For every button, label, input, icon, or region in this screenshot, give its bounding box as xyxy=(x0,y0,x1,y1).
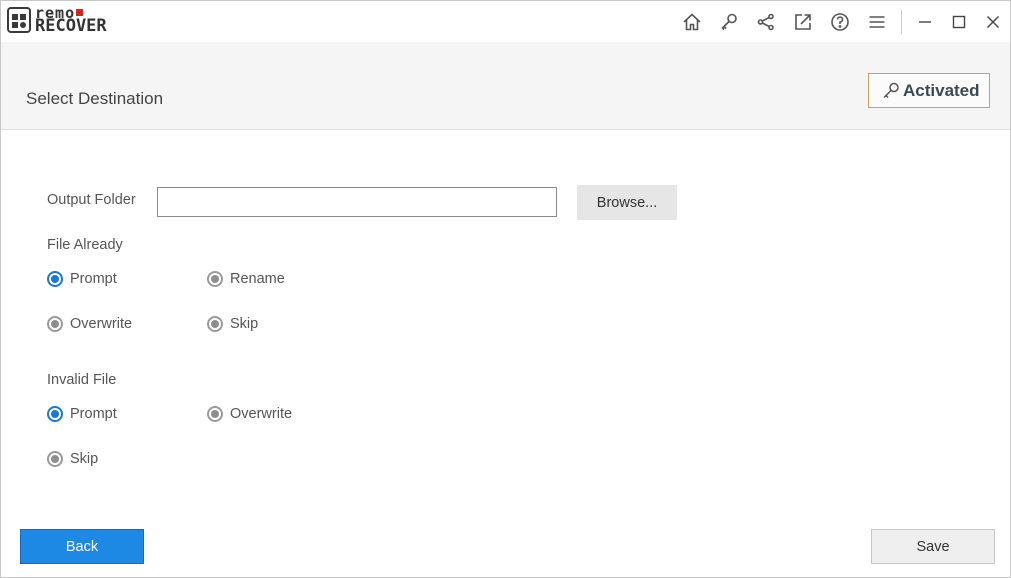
maximize-icon[interactable] xyxy=(942,1,976,42)
radio-indicator xyxy=(207,406,223,422)
radio-indicator xyxy=(47,406,63,422)
invalid-file-label: Invalid File xyxy=(47,372,117,388)
radio-indicator xyxy=(47,316,63,332)
radio-indicator xyxy=(47,451,63,467)
invalid-file-overwrite-radio[interactable]: Overwrite xyxy=(207,406,292,422)
app-logo: remo RECOVER xyxy=(7,6,107,36)
key-icon[interactable] xyxy=(710,1,747,42)
logo-icon xyxy=(7,7,31,33)
radio-label: Prompt xyxy=(70,271,117,287)
share-icon[interactable] xyxy=(747,1,784,42)
home-icon[interactable] xyxy=(673,1,710,42)
radio-label: Rename xyxy=(230,271,285,287)
file-already-skip-radio[interactable]: Skip xyxy=(207,316,258,332)
invalid-file-prompt-radio[interactable]: Prompt xyxy=(47,406,117,422)
activated-badge[interactable]: Activated xyxy=(868,73,990,108)
file-already-rename-radio[interactable]: Rename xyxy=(207,271,285,287)
radio-label: Prompt xyxy=(70,406,117,422)
back-button[interactable]: Back xyxy=(20,529,144,564)
radio-indicator xyxy=(207,271,223,287)
file-already-prompt-radio[interactable]: Prompt xyxy=(47,271,117,287)
invalid-file-skip-radio[interactable]: Skip xyxy=(47,451,98,467)
close-icon[interactable] xyxy=(976,1,1010,42)
toolbar-divider xyxy=(901,9,902,34)
menu-icon[interactable] xyxy=(858,1,895,42)
logo-line2: RECOVER xyxy=(35,16,107,36)
external-link-icon[interactable] xyxy=(784,1,821,42)
save-button[interactable]: Save xyxy=(871,529,995,564)
activated-label: Activated xyxy=(903,80,980,100)
toolbar-icons xyxy=(673,1,1010,42)
radio-indicator xyxy=(47,271,63,287)
app-window: remo RECOVER Select Destination Activate… xyxy=(0,0,1011,578)
page-title: Select Destination xyxy=(26,89,164,108)
key-icon xyxy=(883,82,899,98)
logo-text: remo RECOVER xyxy=(35,6,107,36)
page-header: Select Destination Activated xyxy=(1,42,1010,130)
radio-label: Skip xyxy=(230,316,259,332)
output-folder-label: Output Folder xyxy=(47,192,136,208)
title-bar: remo RECOVER xyxy=(1,1,1010,42)
output-folder-input[interactable] xyxy=(157,187,557,217)
file-already-label: File Already xyxy=(47,237,123,253)
radio-indicator xyxy=(207,316,223,332)
file-already-overwrite-radio[interactable]: Overwrite xyxy=(47,316,132,332)
radio-label: Overwrite xyxy=(230,406,293,422)
radio-label: Skip xyxy=(70,451,99,467)
help-icon[interactable] xyxy=(821,1,858,42)
radio-label: Overwrite xyxy=(70,316,133,332)
minimize-icon[interactable] xyxy=(908,1,942,42)
browse-button[interactable]: Browse... xyxy=(577,185,677,220)
